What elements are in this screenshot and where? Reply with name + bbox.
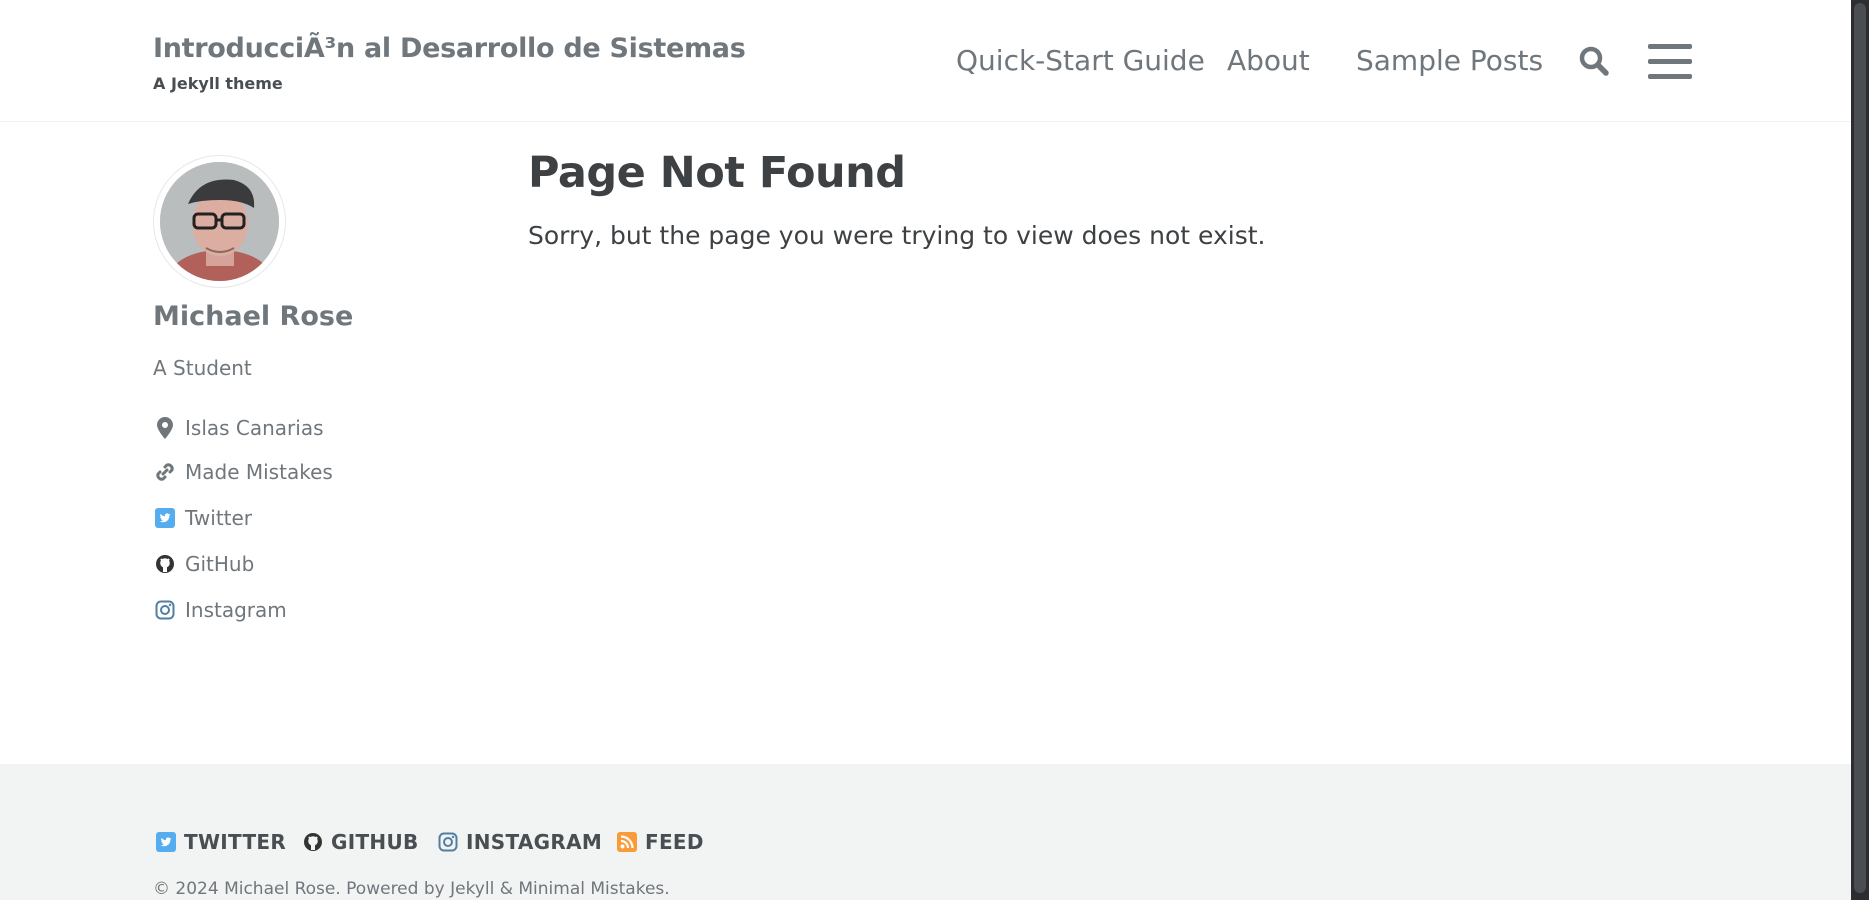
footer-link-github[interactable]: GITHUB [302,827,419,857]
instagram-icon [153,598,177,622]
page-title: Page Not Found [528,148,906,198]
instagram-icon [437,831,459,853]
menu-toggle-button[interactable] [1648,44,1692,80]
footer-link-feed-label: FEED [645,830,704,854]
scrollbar-thumb[interactable] [1854,3,1866,893]
footer-link-github-label: GITHUB [331,830,419,854]
nav-sample-posts[interactable]: Sample Posts [1356,44,1543,77]
hamburger-menu-icon [1648,44,1692,49]
author-link-github-label: GitHub [185,552,255,576]
page: IntroducciÃ³n al Desarrollo de Sistemas … [0,0,1851,900]
nav-quick-start-guide[interactable]: Quick-Start Guide [956,44,1205,77]
footer-link-twitter[interactable]: TWITTER [155,827,286,857]
search-icon [1579,46,1609,76]
vertical-scrollbar[interactable] [1851,0,1869,900]
author-name: Michael Rose [153,301,354,332]
site-title-link[interactable]: IntroducciÃ³n al Desarrollo de Sistemas [153,33,746,64]
author-link-twitter-label: Twitter [185,506,253,530]
twitter-icon [155,831,177,853]
author-location-label: Islas Canarias [185,416,324,440]
author-link-website[interactable]: Made Mistakes [153,457,333,487]
rss-icon [616,831,638,853]
github-icon [302,831,324,853]
masthead: IntroducciÃ³n al Desarrollo de Sistemas … [0,0,1851,122]
footer-copyright: © 2024 Michael Rose. Powered by Jekyll &… [153,879,670,899]
page-message: Sorry, but the page you were trying to v… [528,221,1266,250]
author-location: Islas Canarias [153,413,324,443]
link-icon [153,460,177,484]
author-link-website-label: Made Mistakes [185,460,333,484]
footer-link-feed[interactable]: FEED [616,827,704,857]
footer-link-twitter-label: TWITTER [184,830,287,854]
author-link-instagram-label: Instagram [185,598,287,622]
author-link-github[interactable]: GitHub [153,549,254,579]
github-icon [153,552,177,576]
search-button[interactable] [1578,45,1610,77]
nav-about[interactable]: About [1227,44,1310,77]
avatar-image [160,162,279,281]
author-link-twitter[interactable]: Twitter [153,503,252,533]
footer-link-instagram[interactable]: INSTAGRAM [437,827,602,857]
footer-link-instagram-label: INSTAGRAM [466,830,603,854]
author-avatar [153,155,286,288]
twitter-icon [153,506,177,530]
author-bio: A Student [153,356,252,380]
site-subtitle: A Jekyll theme [153,74,283,93]
author-link-instagram[interactable]: Instagram [153,595,287,625]
map-marker-icon [153,416,177,440]
